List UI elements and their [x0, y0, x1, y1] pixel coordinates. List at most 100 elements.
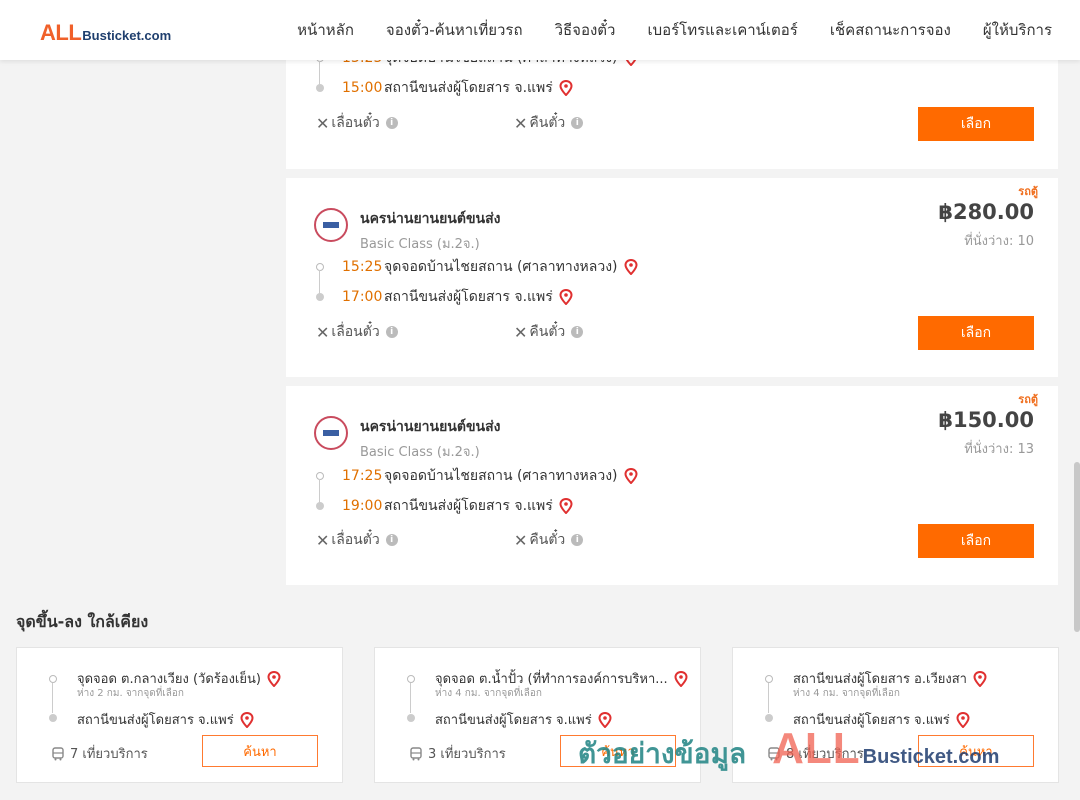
departure-dot	[316, 472, 324, 480]
seats-available: ที่นั่งว่าง: 13	[964, 442, 1034, 457]
cross-icon: ✕	[514, 113, 528, 133]
from-dot	[407, 675, 415, 683]
nav-operators[interactable]: ผู้ให้บริการ	[983, 18, 1052, 42]
trip-card: รถตู้ นครน่านยานยนต์ขนส่ง Basic Class (ม…	[286, 178, 1058, 377]
operator-info: นครน่านยานยนต์ขนส่ง Basic Class (ม.2จ.)	[314, 416, 500, 462]
top-header: ALL Busticket.com หน้าหลัก จองตั๋ว-ค้นหา…	[0, 0, 1080, 60]
cross-icon: ✕	[514, 322, 528, 342]
change-ticket-label: เลื่อนตั๋ว	[331, 115, 380, 131]
info-icon[interactable]: i	[385, 117, 398, 129]
map-pin-icon[interactable]	[559, 498, 573, 514]
to-dot	[407, 714, 415, 722]
arrival-stop: 17:00 สถานีขนส่งผู้โดยสาร จ.แพร่	[316, 282, 638, 312]
cross-icon: ✕	[514, 530, 528, 550]
nearby-card: สถานีขนส่งผู้โดยสาร อ.เวียงสา ห่าง 4 กม.…	[732, 647, 1059, 783]
to-dot	[765, 714, 773, 722]
info-icon[interactable]: i	[571, 117, 584, 129]
trip-stops: 15:25 จุดจอดบ้านไชยสถาน (ศาลาทางหลวง) 17…	[316, 252, 638, 312]
from-dot	[765, 675, 773, 683]
cross-icon: ✕	[316, 322, 330, 342]
departure-stop: 17:25 จุดจอดบ้านไชยสถาน (ศาลาทางหลวง)	[316, 461, 638, 503]
map-pin-icon[interactable]	[624, 259, 638, 275]
departure-name: จุดจอดบ้านไชยสถาน (ศาลาทางหลวง)	[384, 259, 618, 275]
operator-name: นครน่านยานยนต์ขนส่ง	[360, 211, 501, 227]
select-trip-button[interactable]: เลือก	[918, 524, 1034, 558]
refund-ticket-policy: ✕ คืนตั๋ว i	[514, 112, 584, 134]
map-pin-icon[interactable]	[598, 711, 612, 728]
arrival-dot	[316, 84, 324, 92]
main-nav: หน้าหลัก จองตั๋ว-ค้นหาเที่ยวรถ วิธีจองตั…	[265, 0, 1052, 60]
change-ticket-policy: ✕ เลื่อนตั๋ว i	[316, 112, 398, 134]
search-button[interactable]: ค้นหา	[202, 735, 318, 767]
logo-all: ALL	[40, 20, 82, 45]
nearby-section-title: จุดขึ้น-ลง ใกล้เคียง	[16, 612, 149, 631]
arrival-time: 15:00	[342, 80, 383, 96]
map-pin-icon[interactable]	[267, 670, 281, 687]
map-pin-icon[interactable]	[624, 468, 638, 484]
nearby-card: จุดจอด ต.กลางเวียง (วัดร้องเย็น) ห่าง 2 …	[16, 647, 343, 783]
arrival-stop: 19:00 สถานีขนส่งผู้โดยสาร จ.แพร่	[316, 491, 638, 521]
nearby-to-name: สถานีขนส่งผู้โดยสาร จ.แพร่	[435, 713, 592, 728]
map-pin-icon[interactable]	[956, 711, 970, 728]
search-button[interactable]: ค้นหา	[918, 735, 1034, 767]
select-trip-button[interactable]: เลือก	[918, 107, 1034, 141]
operator-logo	[314, 208, 348, 242]
refund-ticket-policy: ✕ คืนตั๋ว i	[514, 321, 584, 343]
to-dot	[49, 714, 57, 722]
trip-count: 8 เที่ยวบริการ	[767, 743, 864, 764]
refund-ticket-policy: ✕ คืนตั๋ว i	[514, 529, 584, 551]
nearby-distance: ห่าง 4 กม. จากจุดที่เลือก	[793, 688, 900, 699]
departure-stop: 15:25 จุดจอดบ้านไชยสถาน (ศาลาทางหลวง)	[316, 252, 638, 294]
refund-ticket-label: คืนตั๋ว	[529, 532, 566, 548]
map-pin-icon[interactable]	[973, 670, 987, 687]
info-icon[interactable]: i	[571, 326, 584, 338]
select-trip-button[interactable]: เลือก	[918, 316, 1034, 350]
nav-home[interactable]: หน้าหลัก	[297, 18, 354, 42]
logo-busticket: Busticket.com	[82, 28, 172, 43]
change-ticket-label: เลื่อนตั๋ว	[331, 532, 380, 548]
cross-icon: ✕	[316, 113, 330, 133]
refund-ticket-label: คืนตั๋ว	[529, 324, 566, 340]
bus-icon	[52, 746, 64, 760]
trip-count-label: 7 เที่ยวบริการ	[70, 747, 148, 762]
info-icon[interactable]: i	[385, 534, 398, 546]
ticket-price: ฿280.00	[938, 200, 1034, 224]
map-pin-icon[interactable]	[240, 711, 254, 728]
operator-name: นครน่านยานยนต์ขนส่ง	[360, 419, 501, 435]
arrival-dot	[316, 502, 324, 510]
map-pin-icon[interactable]	[559, 289, 573, 305]
change-ticket-policy: ✕ เลื่อนตั๋ว i	[316, 321, 398, 343]
nav-how-to-book[interactable]: วิธีจองตั๋ว	[555, 18, 616, 42]
site-logo[interactable]: ALL Busticket.com	[40, 20, 171, 46]
page-scrollbar[interactable]	[1074, 462, 1080, 632]
arrival-name: สถานีขนส่งผู้โดยสาร จ.แพร่	[384, 498, 553, 514]
route-line	[52, 683, 53, 713]
arrival-time: 19:00	[342, 498, 383, 514]
nearby-distance: ห่าง 2 กม. จากจุดที่เลือก	[77, 688, 184, 699]
search-button[interactable]: ค้นหา	[560, 735, 676, 767]
service-class: Basic Class (ม.2จ.)	[360, 237, 480, 252]
nav-book-search[interactable]: จองตั๋ว-ค้นหาเที่ยวรถ	[386, 18, 523, 42]
ticket-price: ฿150.00	[938, 408, 1034, 432]
departure-dot	[316, 263, 324, 271]
bus-icon	[768, 746, 780, 760]
arrival-stop: 15:00 สถานีขนส่งผู้โดยสาร จ.แพร่	[316, 73, 638, 103]
from-dot	[49, 675, 57, 683]
nav-check-booking[interactable]: เช็คสถานะการจอง	[830, 18, 951, 42]
arrival-dot	[316, 293, 324, 301]
vehicle-type-badge: รถตู้	[1018, 393, 1038, 406]
map-pin-icon[interactable]	[559, 80, 573, 96]
vehicle-type-badge: รถตู้	[1018, 185, 1038, 198]
nearby-to: สถานีขนส่งผู้โดยสาร จ.แพร่	[793, 709, 970, 730]
info-icon[interactable]: i	[571, 534, 584, 546]
nearby-to: สถานีขนส่งผู้โดยสาร จ.แพร่	[435, 709, 612, 730]
trip-count: 3 เที่ยวบริการ	[409, 743, 506, 764]
cross-icon: ✕	[316, 530, 330, 550]
nearby-to-name: สถานีขนส่งผู้โดยสาร จ.แพร่	[77, 713, 234, 728]
nav-phone-counters[interactable]: เบอร์โทรและเคาน์เตอร์	[647, 18, 797, 42]
bus-icon	[410, 746, 422, 760]
info-icon[interactable]: i	[385, 326, 398, 338]
change-ticket-policy: ✕ เลื่อนตั๋ว i	[316, 529, 398, 551]
map-pin-icon[interactable]	[674, 670, 688, 687]
nearby-to: สถานีขนส่งผู้โดยสาร จ.แพร่	[77, 709, 254, 730]
